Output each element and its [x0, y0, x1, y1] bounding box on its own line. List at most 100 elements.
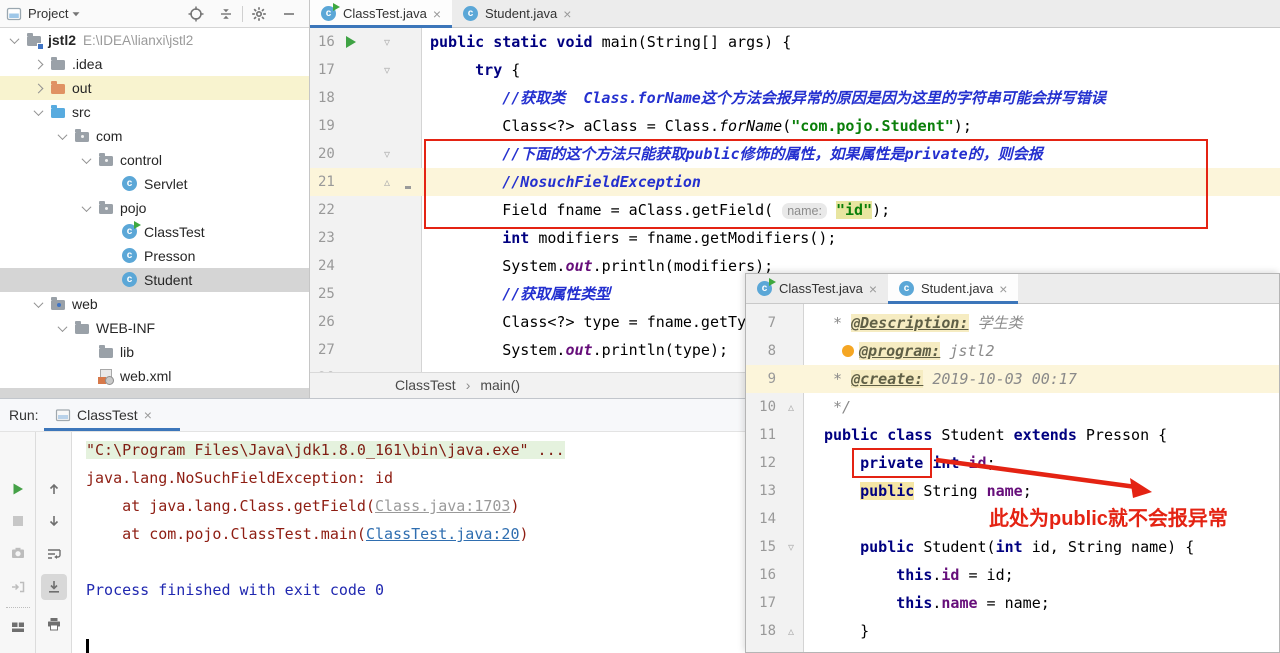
- stop-button[interactable]: [10, 513, 26, 529]
- hide-panel-icon[interactable]: [281, 6, 297, 22]
- tree-item-com[interactable]: com: [0, 124, 309, 148]
- close-icon[interactable]: ×: [144, 408, 152, 422]
- tree-item-presson[interactable]: cPresson: [0, 244, 309, 268]
- expanded-chevron-icon[interactable]: [54, 133, 70, 140]
- breadcrumb-method[interactable]: main(): [480, 377, 520, 393]
- tree-item-out[interactable]: out: [0, 76, 309, 100]
- code-line-16[interactable]: 16▿public static void main(String[] args…: [310, 28, 1280, 56]
- collapsed-chevron-icon[interactable]: [30, 61, 46, 68]
- soft-wrap-button[interactable]: [46, 546, 62, 562]
- tree-item-jstl2[interactable]: jstl2E:\IDEA\lianxi\jstl2: [0, 28, 309, 52]
- dump-keyboard-button[interactable]: [10, 619, 26, 635]
- code-segment: 2019-10-03 00:17: [923, 370, 1077, 388]
- print-button[interactable]: [46, 616, 62, 632]
- param-hint-chip: name:: [782, 203, 827, 219]
- overlay-tab-bar: cClassTest.java×cStudent.java×: [746, 274, 1279, 304]
- fold-marker-icon[interactable]: ▵: [788, 393, 794, 421]
- expanded-chevron-icon[interactable]: [54, 325, 70, 332]
- console-text: Process finished with exit code 0: [86, 581, 384, 599]
- stack-trace-link[interactable]: Class.java:1703: [375, 497, 510, 515]
- class-run-icon: c: [321, 6, 337, 22]
- chevron-down-icon[interactable]: [68, 6, 84, 22]
- intention-bulb-icon[interactable]: [842, 345, 854, 357]
- code-line-16[interactable]: 16 this.id = id;: [746, 561, 1279, 589]
- fold-marker-icon[interactable]: ▵: [788, 617, 794, 645]
- tree-item-student[interactable]: cStudent: [0, 268, 309, 292]
- run-console[interactable]: "C:\Program Files\Java\jdk1.8.0_161\bin\…: [72, 432, 746, 653]
- code-line-7[interactable]: 7 * @Description: 学生类: [746, 309, 1279, 337]
- code-line-17[interactable]: 17▿ try {: [310, 56, 1280, 84]
- tree-item-pojo[interactable]: pojo: [0, 196, 309, 220]
- folder-excluded-icon: [50, 80, 66, 96]
- code-line-18[interactable]: 18 //获取类 Class.forName这个方法会报异常的原因是因为这里的字…: [310, 84, 1280, 112]
- fold-marker-icon[interactable]: ▿: [788, 533, 794, 561]
- run-line-icon[interactable]: [346, 36, 356, 48]
- code-segment: [430, 285, 502, 303]
- close-tab-icon[interactable]: ×: [563, 7, 571, 21]
- tree-item-web-inf[interactable]: WEB-INF: [0, 316, 309, 340]
- detach-console-button[interactable]: [10, 579, 26, 595]
- expanded-chevron-icon[interactable]: [6, 37, 22, 44]
- code-line-13[interactable]: 13 public String name;: [746, 477, 1279, 505]
- up-stack-trace-button[interactable]: [46, 481, 62, 497]
- code-line-12[interactable]: 12 private int id;: [746, 449, 1279, 477]
- overlay-tab-classtest-java[interactable]: cClassTest.java×: [746, 274, 888, 303]
- code-segment: {: [502, 61, 520, 79]
- rerun-button[interactable]: [10, 481, 26, 497]
- tree-item-lib[interactable]: lib: [0, 340, 309, 364]
- code-line-17[interactable]: 17 this.name = name;: [746, 589, 1279, 617]
- code-line-8[interactable]: 8 @program: jstl2: [746, 337, 1279, 365]
- fold-marker-icon[interactable]: ▵: [384, 168, 390, 196]
- code-line-15[interactable]: 15▿ public Student(int id, String name) …: [746, 533, 1279, 561]
- fold-marker-icon[interactable]: ▿: [384, 140, 390, 168]
- fold-marker-icon[interactable]: ▿: [384, 28, 390, 56]
- tree-item-classtest[interactable]: cClassTest: [0, 220, 309, 244]
- breadcrumb-class[interactable]: ClassTest: [395, 377, 456, 393]
- close-tab-icon[interactable]: ×: [869, 282, 877, 296]
- thread-dump-camera-button[interactable]: [10, 545, 26, 561]
- tab-student-java[interactable]: cStudent.java×: [452, 0, 582, 27]
- expanded-chevron-icon[interactable]: [30, 109, 46, 116]
- down-stack-trace-button[interactable]: [46, 513, 62, 529]
- locate-target-icon[interactable]: [188, 6, 204, 22]
- code-line-21[interactable]: 21▵ //NosuchFieldException: [310, 168, 1280, 196]
- tree-item-src[interactable]: src: [0, 100, 309, 124]
- stack-trace-link[interactable]: ClassTest.java:20: [366, 525, 520, 543]
- code-line-18[interactable]: 18▵ }: [746, 617, 1279, 645]
- expanded-chevron-icon[interactable]: [78, 205, 94, 212]
- scroll-to-end-button[interactable]: [46, 579, 62, 595]
- project-panel-title[interactable]: Project: [28, 6, 68, 21]
- collapse-all-icon[interactable]: [218, 6, 234, 22]
- code-line-23[interactable]: 23 int modifiers = fname.getModifiers();: [310, 224, 1280, 252]
- file-xml-icon: [98, 368, 114, 384]
- close-tab-icon[interactable]: ×: [433, 7, 441, 21]
- settings-gear-icon[interactable]: [251, 6, 267, 22]
- line-number: 24: [318, 252, 335, 280]
- run-tab-classtest[interactable]: ClassTest ×: [55, 399, 152, 431]
- tree-item-web[interactable]: web: [0, 292, 309, 316]
- run-panel-label: Run:: [9, 399, 39, 431]
- expanded-chevron-icon[interactable]: [30, 301, 46, 308]
- code-line-9[interactable]: 9 * @create: 2019-10-03 00:17: [746, 365, 1279, 393]
- code-line-11[interactable]: 11public class Student extends Presson {: [746, 421, 1279, 449]
- code-segment: main(String[] args) {: [602, 33, 792, 51]
- code-line-19[interactable]: 19 Class<?> aClass = Class.forName("com.…: [310, 112, 1280, 140]
- fold-marker-icon[interactable]: ▿: [384, 56, 390, 84]
- tree-item-idea[interactable]: .idea: [0, 52, 309, 76]
- expanded-chevron-icon[interactable]: [78, 157, 94, 164]
- project-tool-window-icon[interactable]: [6, 6, 22, 22]
- collapsed-chevron-icon[interactable]: [30, 85, 46, 92]
- partial-icon-button[interactable]: [46, 646, 62, 653]
- overlay-tab-student-java[interactable]: cStudent.java×: [888, 274, 1018, 303]
- code-line-10[interactable]: 10▵ */: [746, 393, 1279, 421]
- tab-classtest-java[interactable]: cClassTest.java×: [310, 0, 452, 27]
- tree-item-web-xml[interactable]: web.xml: [0, 364, 309, 388]
- tree-item-control[interactable]: control: [0, 148, 309, 172]
- code-line-22[interactable]: 22 Field fname = aClass.getField( name: …: [310, 196, 1280, 224]
- code-editor-student[interactable]: 7 * @Description: 学生类8 @program: jstl29 …: [746, 304, 1279, 652]
- code-segment: ;: [987, 454, 996, 472]
- code-line-20[interactable]: 20▿ //下面的这个方法只能获取public修饰的属性，如果属性是privat…: [310, 140, 1280, 168]
- line-number: 16: [746, 561, 776, 589]
- close-tab-icon[interactable]: ×: [999, 282, 1007, 296]
- tree-item-servlet[interactable]: cServlet: [0, 172, 309, 196]
